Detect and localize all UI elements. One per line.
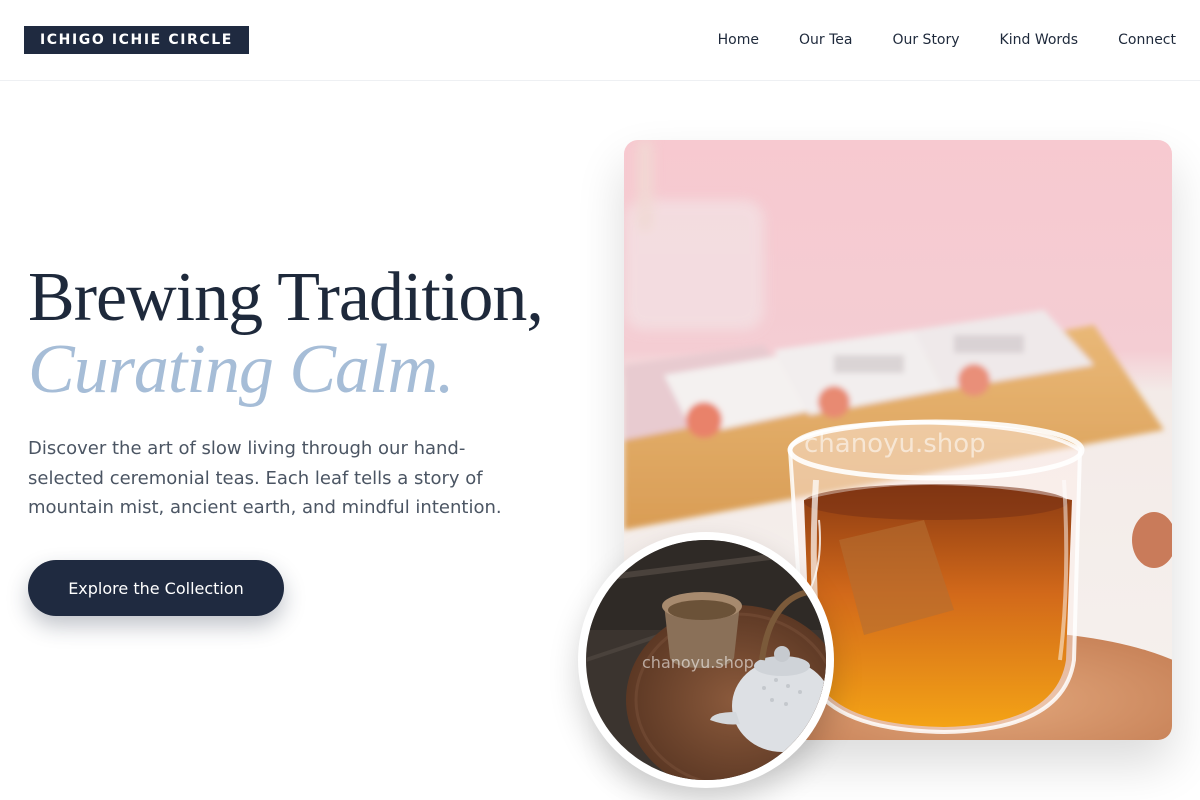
hero-headline: Brewing Tradition, Curating Calm. bbox=[28, 262, 608, 406]
main-nav: Home Our Tea Our Story Kind Words Connec… bbox=[718, 30, 1176, 50]
headline-line-1: Brewing Tradition, bbox=[28, 259, 544, 336]
brand-logo[interactable]: ICHIGO ICHIE CIRCLE bbox=[24, 26, 249, 54]
nav-link-kind-words[interactable]: Kind Words bbox=[1000, 30, 1079, 50]
main-image-watermark: chanoyu.shop bbox=[804, 429, 986, 459]
teapot-round-image-inner: chanoyu.shop bbox=[586, 540, 826, 780]
nav-link-home[interactable]: Home bbox=[718, 30, 759, 50]
teapot-illustration: chanoyu.shop bbox=[586, 540, 826, 780]
round-image-watermark: chanoyu.shop bbox=[642, 653, 754, 672]
site-header: ICHIGO ICHIE CIRCLE Home Our Tea Our Sto… bbox=[0, 0, 1200, 81]
nav-link-connect[interactable]: Connect bbox=[1118, 30, 1176, 50]
explore-collection-button[interactable]: Explore the Collection bbox=[28, 560, 284, 616]
hero-text: Brewing Tradition, Curating Calm. Discov… bbox=[28, 262, 608, 523]
hero-description: Discover the art of slow living through … bbox=[28, 438, 502, 518]
teapot-round-image: chanoyu.shop bbox=[578, 532, 834, 788]
headline-line-2: Curating Calm. bbox=[28, 331, 455, 408]
nav-link-our-tea[interactable]: Our Tea bbox=[799, 30, 852, 50]
nav-link-our-story[interactable]: Our Story bbox=[892, 30, 959, 50]
